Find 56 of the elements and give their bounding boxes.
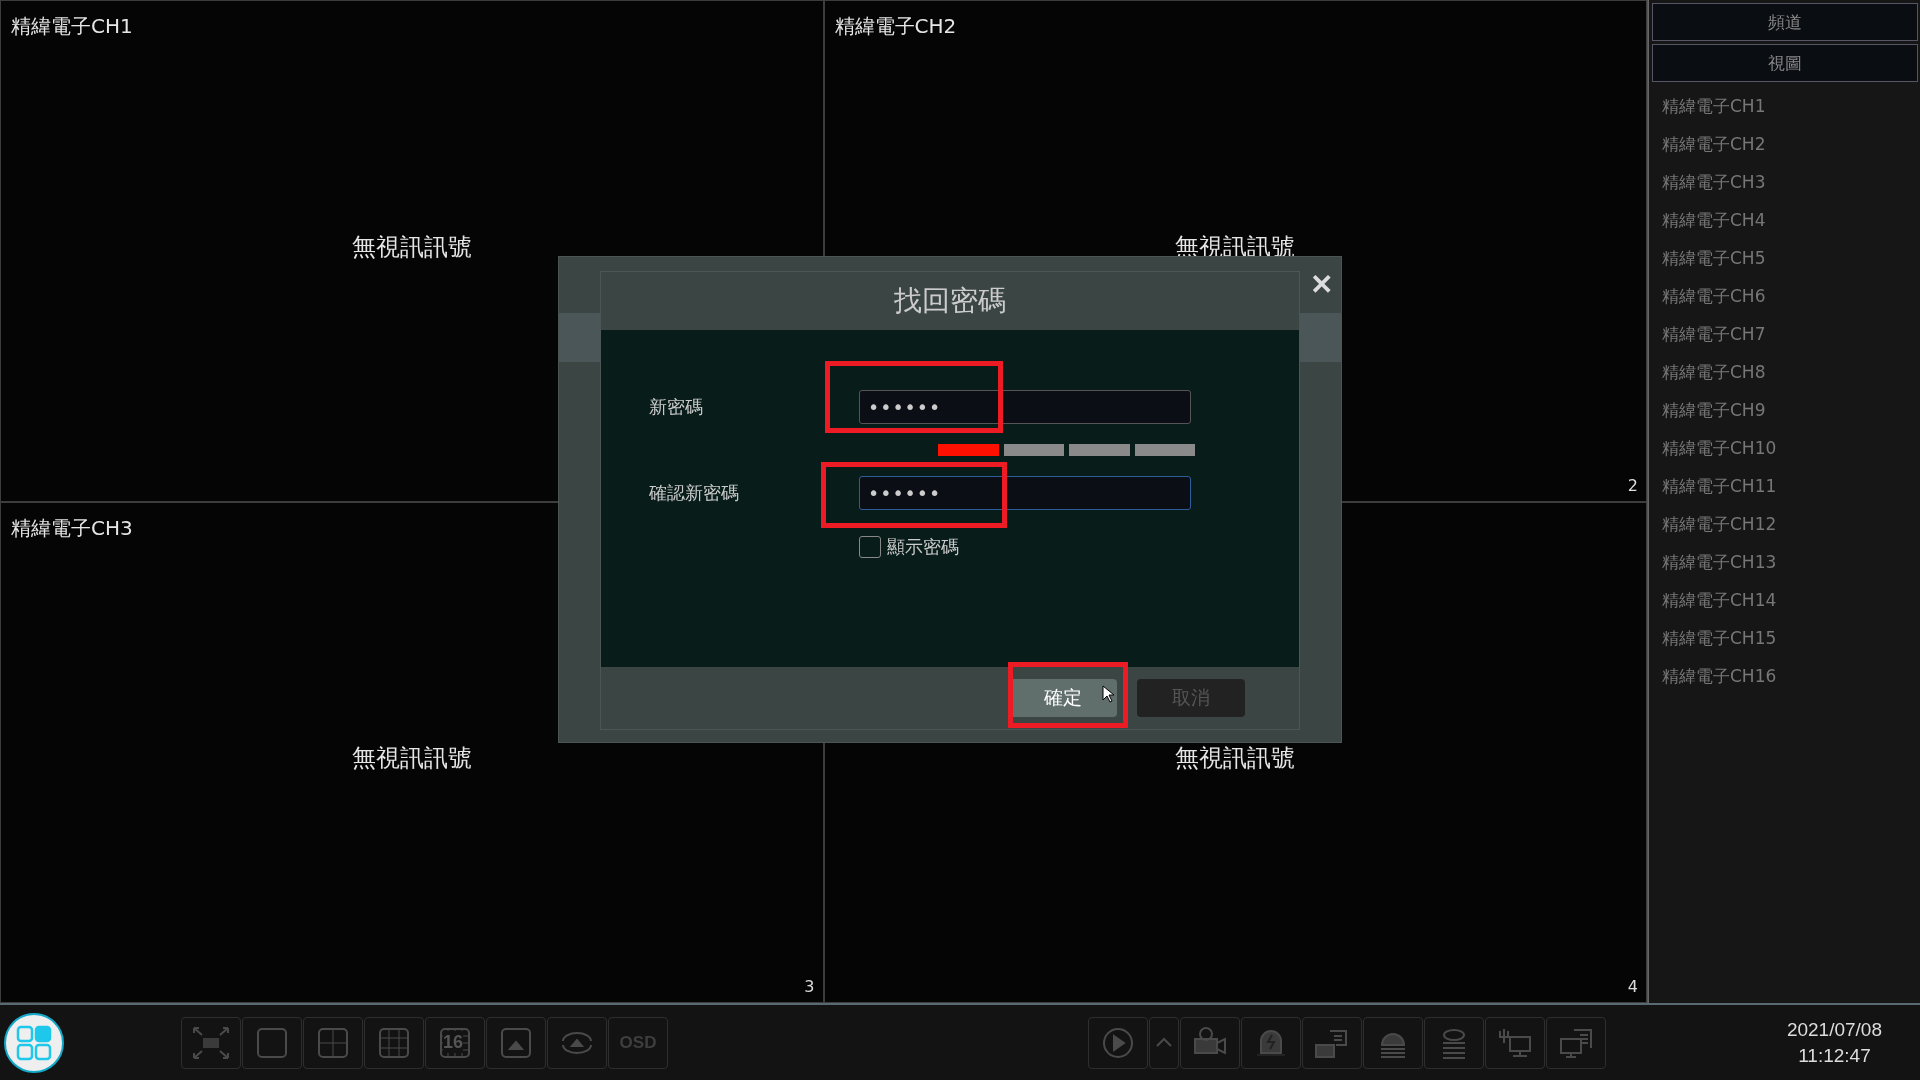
password-field[interactable]: ••••••	[859, 476, 1191, 510]
sidebar-tab[interactable]: 視圖	[1652, 44, 1918, 82]
tile-number: 4	[1627, 977, 1638, 996]
channel-item[interactable]: 精緯電子CH16	[1652, 657, 1918, 695]
channel-item[interactable]: 精緯電子CH10	[1652, 429, 1918, 467]
toolbar-button[interactable]	[547, 1016, 607, 1069]
toolbar-button[interactable]	[1363, 1016, 1423, 1069]
channel-item[interactable]: 精緯電子CH14	[1652, 581, 1918, 619]
channel-item[interactable]: 精緯電子CH3	[1652, 163, 1918, 201]
channel-item[interactable]: 精緯電子CH12	[1652, 505, 1918, 543]
toolbar-button[interactable]	[1088, 1016, 1148, 1069]
channel-item[interactable]: 精緯電子CH5	[1652, 239, 1918, 277]
sidebar-tab[interactable]: 頻道	[1652, 3, 1918, 41]
toolbar-button[interactable]	[1302, 1016, 1362, 1069]
caret-icon	[1155, 1037, 1173, 1048]
channel-item[interactable]: 精緯電子CH9	[1652, 391, 1918, 429]
toolbar-button[interactable]	[364, 1016, 424, 1069]
time-text: 11:12:47	[1797, 1043, 1872, 1068]
field-label: 新密碼	[648, 395, 704, 419]
no-signal-text: 無視訊訊號	[351, 231, 472, 263]
toolbar-button[interactable]	[1424, 1016, 1484, 1069]
channel-item[interactable]: 精緯電子CH6	[1652, 277, 1918, 315]
channel-item[interactable]: 精緯電子CH1	[1652, 87, 1918, 125]
dialog-title: 找回密碼	[894, 283, 1006, 319]
channel-item[interactable]: 精緯電子CH15	[1652, 619, 1918, 657]
toolbar-button[interactable]	[181, 1016, 241, 1069]
channel-title: 精緯電子CH3	[11, 514, 133, 542]
toolbar-button[interactable]	[486, 1016, 546, 1069]
no-signal-text: 無視訊訊號	[351, 743, 472, 775]
channel-item[interactable]: 精緯電子CH4	[1652, 201, 1918, 239]
channel-item[interactable]: 精緯電子CH8	[1652, 353, 1918, 391]
password-field[interactable]: ••••••	[859, 390, 1191, 424]
channel-title: 精緯電子CH2	[834, 13, 957, 40]
toolbar-button[interactable]	[1149, 1016, 1179, 1069]
app-grid-icon	[16, 1024, 52, 1061]
fullscreen-icon	[191, 1024, 231, 1061]
channel-title: 精緯電子CH1	[11, 13, 133, 40]
close-button[interactable]: ✕	[1310, 269, 1333, 301]
toolbar-button[interactable]	[1485, 1016, 1545, 1069]
cursor-icon	[1102, 685, 1116, 703]
toolbar-button[interactable]	[242, 1016, 302, 1069]
channel-item[interactable]: 精緯電子CH7	[1652, 315, 1918, 353]
tile-number: 2	[1627, 475, 1638, 495]
toolbar-button[interactable]	[1180, 1016, 1240, 1069]
date-text: 2021/07/08	[1786, 1017, 1882, 1042]
toolbar-button[interactable]: 16	[425, 1016, 485, 1069]
tile-number: 3	[804, 977, 815, 996]
channel-item[interactable]: 精緯電子CH13	[1652, 543, 1918, 581]
split-count: 16	[443, 1030, 464, 1053]
toolbar-button[interactable]	[303, 1016, 363, 1069]
show-password-checkbox[interactable]: 顯示密碼	[859, 535, 959, 559]
no-signal-text: 無視訊訊號	[1175, 743, 1296, 775]
toolbar-button[interactable]	[1546, 1016, 1606, 1069]
channel-item[interactable]: 精緯電子CH11	[1652, 467, 1918, 505]
toolbar-button[interactable]	[1241, 1016, 1301, 1069]
channel-item[interactable]: 精緯電子CH2	[1652, 125, 1918, 163]
